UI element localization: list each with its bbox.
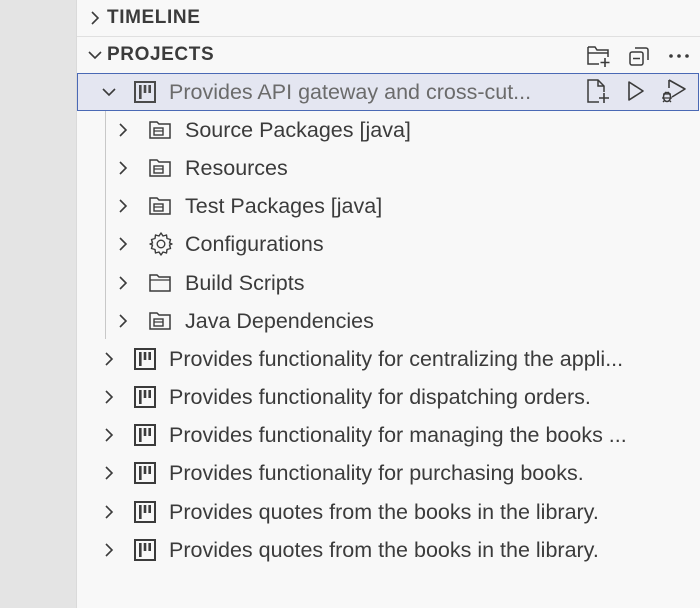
chevron-right-icon — [101, 542, 117, 558]
chevron-right-icon — [101, 465, 117, 481]
project-label: Provides functionality for dispatching o… — [169, 384, 591, 409]
tree-item-label: Build Scripts — [185, 270, 305, 295]
project-label: Provides API gateway and cross-cut... — [169, 79, 532, 104]
project-label: Provides functionality for purchasing bo… — [169, 460, 584, 485]
activity-bar-gutter — [0, 0, 77, 608]
timeline-section-header[interactable]: TIMELINE — [77, 0, 700, 36]
project-label: Provides functionality for centralizing … — [169, 346, 624, 371]
tree-item-project[interactable]: Provides functionality for purchasing bo… — [77, 454, 700, 492]
chevron-right-icon — [115, 160, 131, 176]
run-icon[interactable] — [621, 76, 651, 106]
project-icon — [131, 345, 159, 373]
chevron-right-icon — [115, 198, 131, 214]
packages-folder-icon — [147, 307, 175, 335]
project-label: Provides quotes from the books in the li… — [169, 537, 599, 562]
tree-item-project[interactable]: Provides functionality for centralizing … — [77, 340, 700, 378]
packages-folder-icon — [147, 116, 175, 144]
tree-item-test-packages[interactable]: Test Packages [java] — [77, 187, 700, 225]
tree-item-label: Configurations — [185, 231, 324, 256]
chevron-right-icon — [115, 236, 131, 252]
packages-folder-icon — [147, 192, 175, 220]
gear-icon — [147, 230, 175, 258]
project-icon — [131, 498, 159, 526]
timeline-section-title: TIMELINE — [107, 7, 201, 28]
tree-item-project[interactable]: Provides functionality for dispatching o… — [77, 378, 700, 416]
tree-item-project[interactable]: Provides functionality for managing the … — [77, 416, 700, 454]
new-folder-icon[interactable] — [584, 41, 614, 71]
tree-item-selected-project[interactable]: Provides API gateway and cross-cut... — [77, 73, 699, 111]
chevron-right-icon — [87, 10, 103, 26]
project-icon — [131, 459, 159, 487]
chevron-down-icon — [101, 84, 117, 100]
project-icon — [131, 536, 159, 564]
chevron-right-icon — [115, 275, 131, 291]
tree-item-resources[interactable]: Resources — [77, 149, 700, 187]
tree-item-label: Source Packages [java] — [185, 117, 411, 142]
tree-item-project[interactable]: Provides quotes from the books in the li… — [77, 531, 700, 569]
tree-item-project[interactable]: Provides quotes from the books in the li… — [77, 493, 700, 531]
project-label: Provides functionality for managing the … — [169, 422, 627, 447]
tree-item-source-packages[interactable]: Source Packages [java] — [77, 111, 700, 149]
explorer-panel: TIMELINE PROJECTS Provides API gateway a… — [77, 0, 700, 608]
folder-icon — [147, 269, 175, 297]
chevron-down-icon — [87, 47, 103, 63]
projects-section-title: PROJECTS — [107, 44, 215, 65]
chevron-right-icon — [115, 313, 131, 329]
tree-item-java-dependencies[interactable]: Java Dependencies — [77, 302, 700, 340]
tree-item-configurations[interactable]: Configurations — [77, 225, 700, 263]
packages-folder-icon — [147, 154, 175, 182]
chevron-right-icon — [101, 389, 117, 405]
project-icon — [131, 78, 159, 106]
projects-section-header[interactable]: PROJECTS — [77, 36, 700, 73]
chevron-right-icon — [115, 122, 131, 138]
project-icon — [131, 421, 159, 449]
new-file-icon[interactable] — [583, 76, 613, 106]
tree-item-label: Resources — [185, 155, 288, 180]
tree-item-label: Java Dependencies — [185, 308, 374, 333]
chevron-right-icon — [101, 504, 117, 520]
chevron-right-icon — [101, 427, 117, 443]
tree-item-build-scripts[interactable]: Build Scripts — [77, 264, 700, 302]
project-label: Provides quotes from the books in the li… — [169, 499, 599, 524]
project-icon — [131, 383, 159, 411]
collapse-all-icon[interactable] — [624, 41, 654, 71]
more-actions-icon[interactable] — [664, 41, 694, 71]
chevron-right-icon — [101, 351, 117, 367]
tree-item-label: Test Packages [java] — [185, 193, 383, 218]
debug-icon[interactable] — [659, 76, 689, 106]
